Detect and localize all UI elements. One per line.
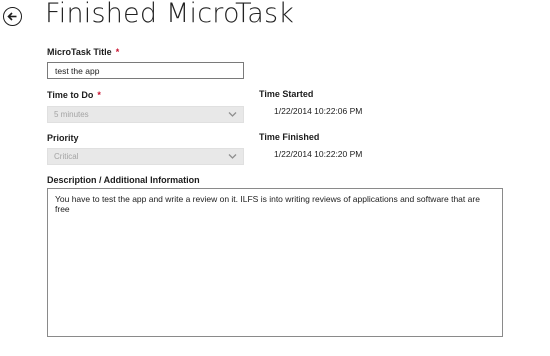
time-to-do-label-text: Time to Do [47, 90, 94, 100]
priority-selected-value: Critical [54, 152, 79, 161]
required-marker: * [97, 90, 101, 100]
description-label: Description / Additional Information [47, 175, 200, 185]
time-to-do-select[interactable]: 5 minutes [47, 106, 244, 123]
priority-select[interactable]: Critical [47, 148, 244, 165]
time-started-value: 1/22/2014 10:22:06 PM [274, 106, 363, 116]
time-to-do-selected-value: 5 minutes [54, 110, 89, 119]
chevron-down-icon [228, 154, 237, 159]
required-marker: * [115, 47, 120, 57]
microtask-title-input[interactable] [47, 62, 244, 79]
time-finished-label: Time Finished [259, 132, 320, 142]
priority-label-text: Priority [47, 133, 79, 143]
back-button[interactable] [3, 7, 22, 26]
priority-label: Priority [47, 133, 79, 143]
description-text: You have to test the app and write a rev… [55, 194, 480, 215]
microtask-title-label: MicroTask Title * [47, 47, 119, 57]
microtask-title-label-text: MicroTask Title [47, 47, 112, 57]
back-arrow-icon [7, 12, 17, 21]
time-to-do-label: Time to Do * [47, 90, 101, 100]
chevron-down-icon [228, 112, 237, 117]
time-started-label: Time Started [259, 89, 314, 99]
time-finished-value: 1/22/2014 10:22:20 PM [274, 149, 363, 159]
description-textarea[interactable]: You have to test the app and write a rev… [47, 188, 503, 337]
page-title: Finished MicroTask [45, 0, 295, 29]
